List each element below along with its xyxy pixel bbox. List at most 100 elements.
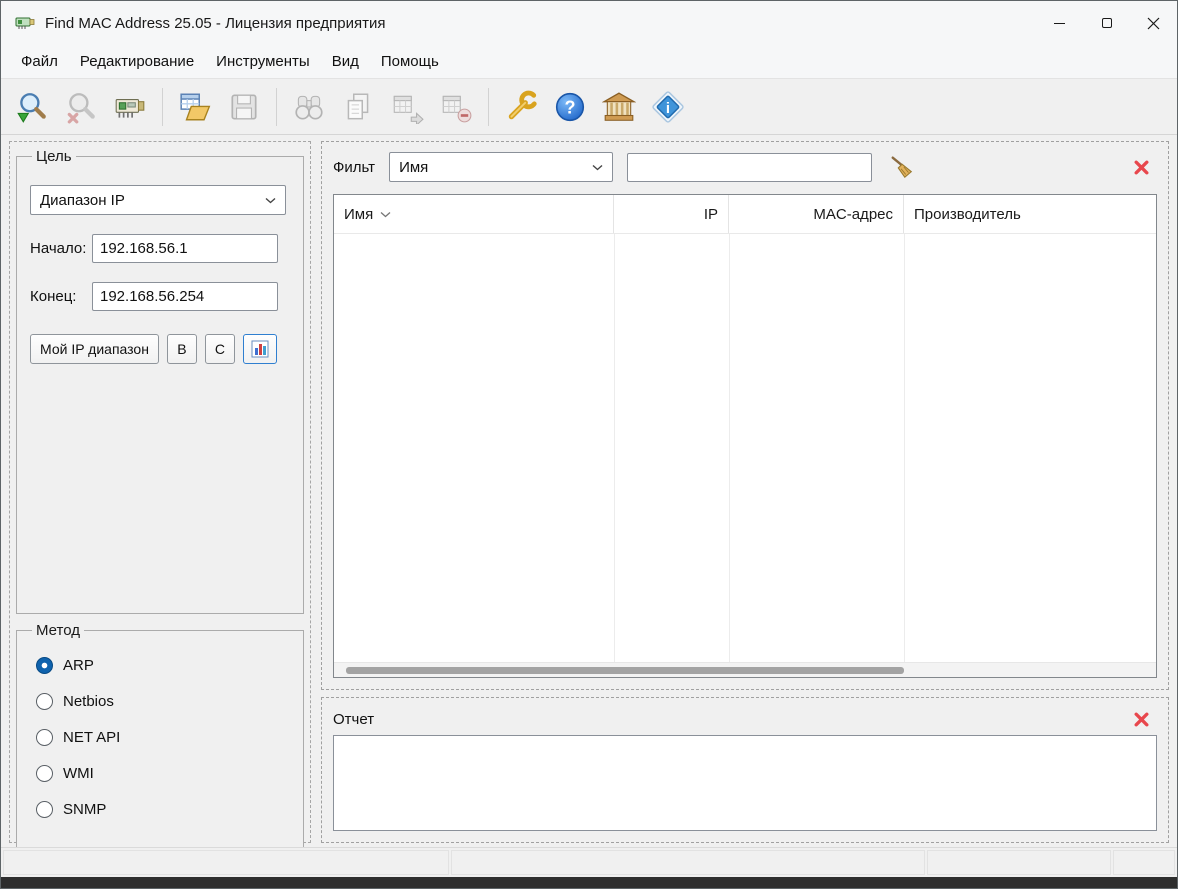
table-export-icon [393,95,424,124]
end-row: Конец: [30,282,290,311]
address-book-button[interactable] [242,334,277,364]
netbios-radio-label: Netbios [63,693,114,710]
column-mac-label: MAC-адрес [813,205,893,223]
filter-field-dropdown[interactable]: Имя [389,152,614,182]
my-ip-range-button[interactable]: Мой IP диапазон [30,334,159,364]
menu-edit[interactable]: Редактирование [69,48,205,75]
horizontal-scrollbar[interactable] [334,662,1156,677]
column-header-mac[interactable]: MAC-адрес [729,195,904,233]
netapi-radio-label: NET API [63,729,121,746]
info-diamond-icon: i [652,90,684,123]
statusbar-segment-1 [3,850,449,875]
column-header-ip[interactable]: IP [614,195,729,233]
adapter-info-button[interactable] [107,84,153,130]
start-label: Начало: [30,240,87,257]
save-icon [231,93,257,120]
copy-button [335,84,381,130]
arp-radio-label: ARP [63,657,94,674]
close-button[interactable] [1130,1,1177,45]
results-region: Фильт Имя Имя IP MAC-адрес Производитель [321,141,1169,690]
table-body [334,234,1156,662]
radio-option-wmi[interactable]: WMI [36,765,290,782]
about-button[interactable]: i [645,84,691,130]
toolbar-separator [276,87,277,126]
method-groupbox: Метод ARP Netbios NET API WMI SNMP [16,622,304,850]
stop-find-button [58,84,104,130]
column-divider [614,234,615,662]
clear-report-button[interactable] [1125,703,1157,735]
svg-text:?: ? [564,97,575,117]
red-x-icon [1134,160,1148,174]
maximize-button[interactable] [1083,1,1130,45]
end-label: Конец: [30,288,77,305]
save-table-button [221,84,267,130]
help-icon: ? [555,92,585,121]
filter-label: Фильт [333,158,376,176]
class-c-button[interactable]: C [204,334,235,364]
radio-option-arp[interactable]: ARP [36,657,290,674]
left-panel: Цель Диапазон IP Начало: Конец: Мой IP д [9,141,311,850]
settings-button[interactable] [498,84,544,130]
find-in-table-button [286,84,332,130]
wrench-icon [508,90,537,119]
filter-field-value: Имя [399,158,429,176]
home-icon [602,91,636,121]
open-table-button[interactable] [172,84,218,130]
address-book-icon [251,340,269,358]
range-type-value: Диапазон IP [40,191,125,209]
radio-option-snmp[interactable]: SNMP [36,801,290,818]
wmi-radio[interactable] [36,765,53,782]
homepage-button[interactable] [596,84,642,130]
titlebar: Find MAC Address 25.05 - Лицензия предпр… [1,1,1177,45]
report-region: Отчет [321,697,1169,843]
class-b-button[interactable]: B [166,334,197,364]
column-header-vendor[interactable]: Производитель [904,195,1156,233]
snmp-radio-label: SNMP [63,801,107,818]
radio-option-netbios[interactable]: Netbios [36,693,290,710]
column-header-name[interactable]: Имя [334,195,614,233]
help-button[interactable]: ? [547,84,593,130]
binoculars-icon [295,95,323,120]
start-ip-input[interactable] [92,234,278,263]
statusbar-segment-2 [451,850,925,875]
report-textarea[interactable] [333,735,1157,831]
menu-view[interactable]: Вид [321,48,370,75]
scrollbar-thumb[interactable] [346,667,904,674]
statusbar-segment-3 [927,850,1111,875]
filter-row: Фильт Имя [333,149,1157,185]
taskbar-edge [1,877,1177,888]
netapi-radio[interactable] [36,729,53,746]
results-table: Имя IP MAC-адрес Производитель [333,194,1157,678]
svg-text:i: i [666,100,670,116]
end-ip-input[interactable] [92,282,278,311]
menu-help[interactable]: Помощь [370,48,450,75]
remove-row-button [433,84,479,130]
toolbar: ? i [1,78,1177,135]
target-groupbox: Цель Диапазон IP Начало: Конец: Мой IP д [16,148,304,614]
search-stop-icon [67,92,95,123]
clear-table-button[interactable] [1125,151,1157,183]
netbios-radio[interactable] [36,693,53,710]
report-title: Отчет [333,710,375,728]
toolbar-separator [162,87,163,126]
menu-file[interactable]: Файл [10,48,69,75]
window-title: Find MAC Address 25.05 - Лицензия предпр… [45,14,386,32]
minimize-icon [1054,22,1065,24]
export-table-button [384,84,430,130]
report-header: Отчет [333,703,1157,735]
snmp-radio[interactable] [36,801,53,818]
target-groupbox-title: Цель [36,148,72,165]
app-icon [15,17,35,29]
filter-query-input[interactable] [627,152,873,182]
menu-tools[interactable]: Инструменты [205,48,321,75]
find-button[interactable] [9,84,55,130]
minimize-button[interactable] [1036,1,1083,45]
clear-filter-button[interactable] [886,151,918,183]
start-row: Начало: [30,234,290,263]
arp-radio[interactable] [36,657,53,674]
range-type-dropdown[interactable]: Диапазон IP [30,185,286,215]
radio-option-netapi[interactable]: NET API [36,729,290,746]
search-start-icon [17,92,46,123]
column-divider [729,234,730,662]
main-area: Цель Диапазон IP Начало: Конец: Мой IP д [1,135,1177,850]
